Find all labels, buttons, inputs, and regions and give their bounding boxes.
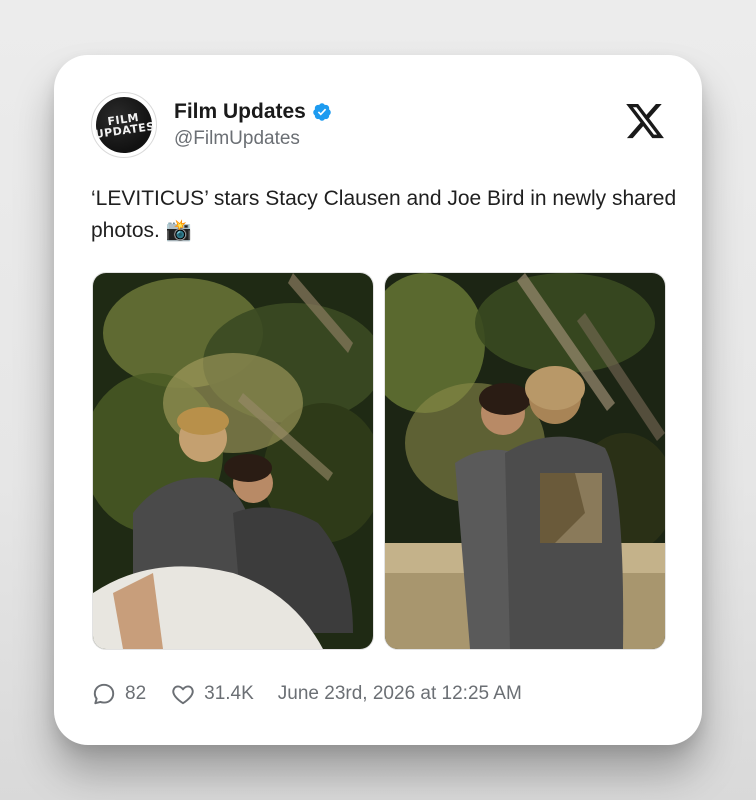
- account-handle[interactable]: @FilmUpdates: [174, 128, 300, 150]
- avatar-text-line-2: UPDATES: [94, 119, 156, 142]
- tweet-card: FILM UPDATES Film Updates @FilmUpdates ‘…: [54, 55, 702, 745]
- tweet-text: ‘LEVITICUS’ stars Stacy Clausen and Joe …: [91, 187, 677, 242]
- account-name[interactable]: Film Updates: [174, 100, 306, 124]
- x-logo-icon[interactable]: [624, 100, 666, 142]
- avatar-logo: FILM UPDATES: [92, 93, 156, 157]
- tweet-photo-1[interactable]: [92, 272, 374, 650]
- account-name-row: Film Updates: [174, 100, 332, 124]
- tweet-timestamp[interactable]: June 23rd, 2026 at 12:25 AM: [278, 683, 522, 705]
- photo-1-image: [93, 273, 373, 649]
- reply-bubble-icon[interactable]: [91, 681, 117, 707]
- avatar[interactable]: FILM UPDATES: [91, 92, 157, 158]
- tweet-photo-2[interactable]: [384, 272, 666, 650]
- heart-icon[interactable]: [170, 681, 196, 707]
- verified-badge-icon: [313, 103, 331, 121]
- reply-count: 82: [125, 683, 147, 704]
- tweet-footer: 82 31.4K June 23rd, 2026 at 12:25 AM: [91, 679, 522, 709]
- like-count: 31.4K: [204, 683, 254, 704]
- photo-2-image: [385, 273, 665, 649]
